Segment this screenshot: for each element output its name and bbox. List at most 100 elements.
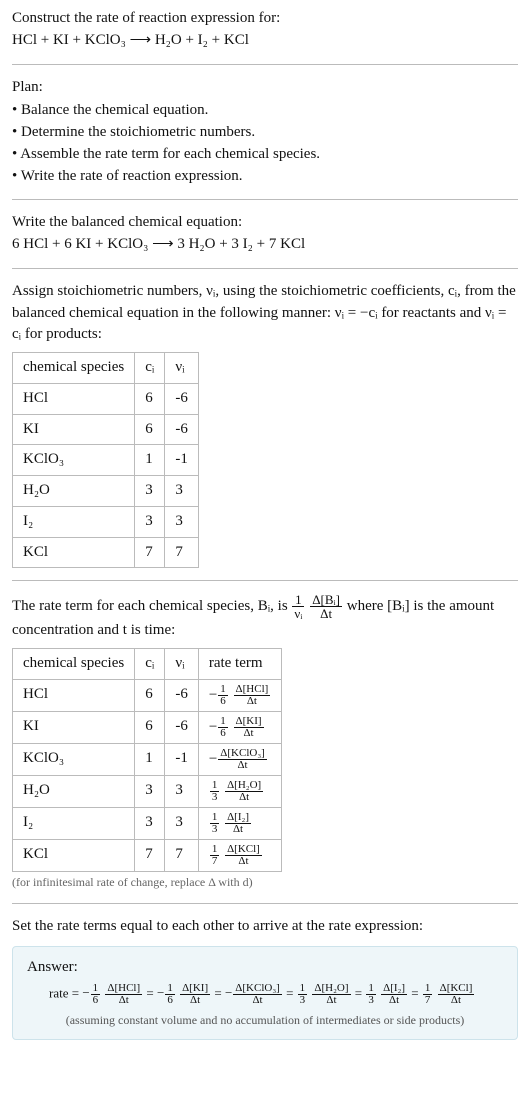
plan-section: Plan: Balance the chemical equation. Det… bbox=[12, 77, 518, 188]
cell-vi: -1 bbox=[165, 445, 199, 476]
table-row: I₂3313 Δ[I₂]Δt bbox=[13, 807, 282, 839]
frac-num: Δ[KClO₃] bbox=[218, 748, 267, 760]
fraction: 16 bbox=[91, 983, 101, 1006]
frac-num: 1 bbox=[210, 812, 220, 824]
frac-num: 1 bbox=[423, 983, 433, 995]
cell-vi: -1 bbox=[165, 743, 199, 775]
cell-species: KClO₃ bbox=[13, 445, 135, 476]
cell-vi: 7 bbox=[165, 537, 199, 568]
intro-equation: HCl + KI + KClO₃ ⟶ H₂O + I₂ + KCl bbox=[12, 30, 518, 52]
frac-den: Δt bbox=[180, 995, 210, 1006]
cell-rate-term: −16 Δ[KI]Δt bbox=[198, 711, 281, 743]
col-species: chemical species bbox=[13, 353, 135, 384]
intro: Construct the rate of reaction expressio… bbox=[12, 8, 518, 52]
stoich-table: chemical species cᵢ νᵢ HCl6-6KI6-6KClO₃1… bbox=[12, 352, 199, 568]
fraction: Δ[KCl]Δt bbox=[438, 983, 475, 1006]
stoich-text: Assign stoichiometric numbers, νᵢ, using… bbox=[12, 281, 518, 346]
cell-species: KCl bbox=[13, 537, 135, 568]
rate-term: −Δ[KClO₃]Δt bbox=[225, 985, 283, 1000]
fraction: 16 bbox=[218, 684, 228, 707]
plan-item: Write the rate of reaction expression. bbox=[12, 166, 518, 188]
frac-den: 6 bbox=[218, 696, 228, 707]
one-over-nu: 1 νᵢ bbox=[292, 593, 304, 620]
frac-num: Δ[KI] bbox=[234, 716, 264, 728]
plan-list: Balance the chemical equation. Determine… bbox=[12, 100, 518, 187]
cell-ci: 3 bbox=[135, 775, 165, 807]
frac-den: νᵢ bbox=[292, 607, 304, 620]
cell-species: H₂O bbox=[13, 775, 135, 807]
fraction: 16 bbox=[165, 983, 175, 1006]
rate-term: −16 Δ[HCl]Δt bbox=[82, 985, 143, 1000]
rate-term: 17 Δ[KCl]Δt bbox=[209, 847, 263, 863]
rate-term: 13 Δ[H₂O]Δt bbox=[209, 783, 264, 799]
col-rate-term: rate term bbox=[198, 649, 281, 680]
fraction: 13 bbox=[210, 812, 220, 835]
fraction: Δ[H₂O]Δt bbox=[312, 983, 350, 1006]
plan-item: Assemble the rate term for each chemical… bbox=[12, 144, 518, 166]
frac-num: Δ[KCl] bbox=[438, 983, 475, 995]
table-row: KI6-6−16 Δ[KI]Δt bbox=[13, 711, 282, 743]
cell-vi: 3 bbox=[165, 775, 199, 807]
cell-vi: -6 bbox=[165, 679, 199, 711]
cell-ci: 1 bbox=[135, 445, 165, 476]
plan-item: Determine the stoichiometric numbers. bbox=[12, 122, 518, 144]
cell-species: I₂ bbox=[13, 807, 135, 839]
frac-num: 1 bbox=[292, 593, 304, 607]
rate-term: 13 Δ[H₂O]Δt bbox=[297, 985, 352, 1000]
sign: − bbox=[209, 719, 217, 735]
frac-den: Δt bbox=[233, 995, 282, 1006]
sign: − bbox=[209, 751, 217, 767]
frac-num: Δ[Bᵢ] bbox=[310, 593, 342, 607]
frac-num: Δ[KCl] bbox=[225, 844, 262, 856]
cell-ci: 1 bbox=[135, 743, 165, 775]
frac-den: 7 bbox=[423, 995, 433, 1006]
delta-bi-over-dt: Δ[Bᵢ] Δt bbox=[310, 593, 342, 620]
cell-rate-term: −Δ[KClO₃]Δt bbox=[198, 743, 281, 775]
rate-term: −16 Δ[HCl]Δt bbox=[209, 687, 271, 703]
cell-vi: -6 bbox=[165, 414, 199, 445]
divider bbox=[12, 268, 518, 269]
frac-num: 1 bbox=[218, 684, 228, 696]
cell-ci: 7 bbox=[135, 839, 165, 871]
frac-num: Δ[HCl] bbox=[105, 983, 142, 995]
fraction: 16 bbox=[218, 716, 228, 739]
cell-species: KI bbox=[13, 711, 135, 743]
col-ci: cᵢ bbox=[135, 353, 165, 384]
frac-den: 3 bbox=[366, 995, 376, 1006]
divider bbox=[12, 580, 518, 581]
cell-species: KClO₃ bbox=[13, 743, 135, 775]
frac-den: Δt bbox=[218, 760, 267, 771]
frac-num: 1 bbox=[210, 780, 220, 792]
table-row: KCl7717 Δ[KCl]Δt bbox=[13, 839, 282, 871]
table-header-row: chemical species cᵢ νᵢ rate term bbox=[13, 649, 282, 680]
divider bbox=[12, 199, 518, 200]
cell-vi: -6 bbox=[165, 383, 199, 414]
cell-vi: 3 bbox=[165, 476, 199, 507]
rate-term-section: The rate term for each chemical species,… bbox=[12, 593, 518, 891]
table-row: I₂33 bbox=[13, 506, 199, 537]
balanced-equation: 6 HCl + 6 KI + KClO₃ ⟶ 3 H₂O + 3 I₂ + 7 … bbox=[12, 234, 518, 256]
rate-term: 13 Δ[I₂]Δt bbox=[365, 985, 408, 1000]
table-header-row: chemical species cᵢ νᵢ bbox=[13, 353, 199, 384]
answer-label: Answer: bbox=[27, 957, 503, 979]
cell-vi: -6 bbox=[165, 711, 199, 743]
fraction: Δ[KCl]Δt bbox=[225, 844, 262, 867]
cell-ci: 3 bbox=[135, 807, 165, 839]
rate-term: 13 Δ[I₂]Δt bbox=[209, 815, 252, 831]
cell-ci: 6 bbox=[135, 383, 165, 414]
col-ci: cᵢ bbox=[135, 649, 165, 680]
frac-num: 1 bbox=[366, 983, 376, 995]
fraction: Δ[I₂]Δt bbox=[225, 812, 251, 835]
frac-den: Δt bbox=[312, 995, 350, 1006]
col-species: chemical species bbox=[13, 649, 135, 680]
frac-num: Δ[KI] bbox=[180, 983, 210, 995]
fraction: Δ[HCl]Δt bbox=[234, 684, 271, 707]
frac-den: Δt bbox=[105, 995, 142, 1006]
rate-term: −16 Δ[KI]Δt bbox=[209, 719, 265, 735]
fraction: Δ[KClO₃]Δt bbox=[233, 983, 282, 1006]
fraction: Δ[KClO₃]Δt bbox=[218, 748, 267, 771]
generic-rate-term: 1 νᵢ Δ[Bᵢ] Δt bbox=[291, 598, 346, 614]
frac-num: 1 bbox=[218, 716, 228, 728]
sign: − bbox=[157, 985, 164, 1000]
frac-den: Δt bbox=[438, 995, 475, 1006]
